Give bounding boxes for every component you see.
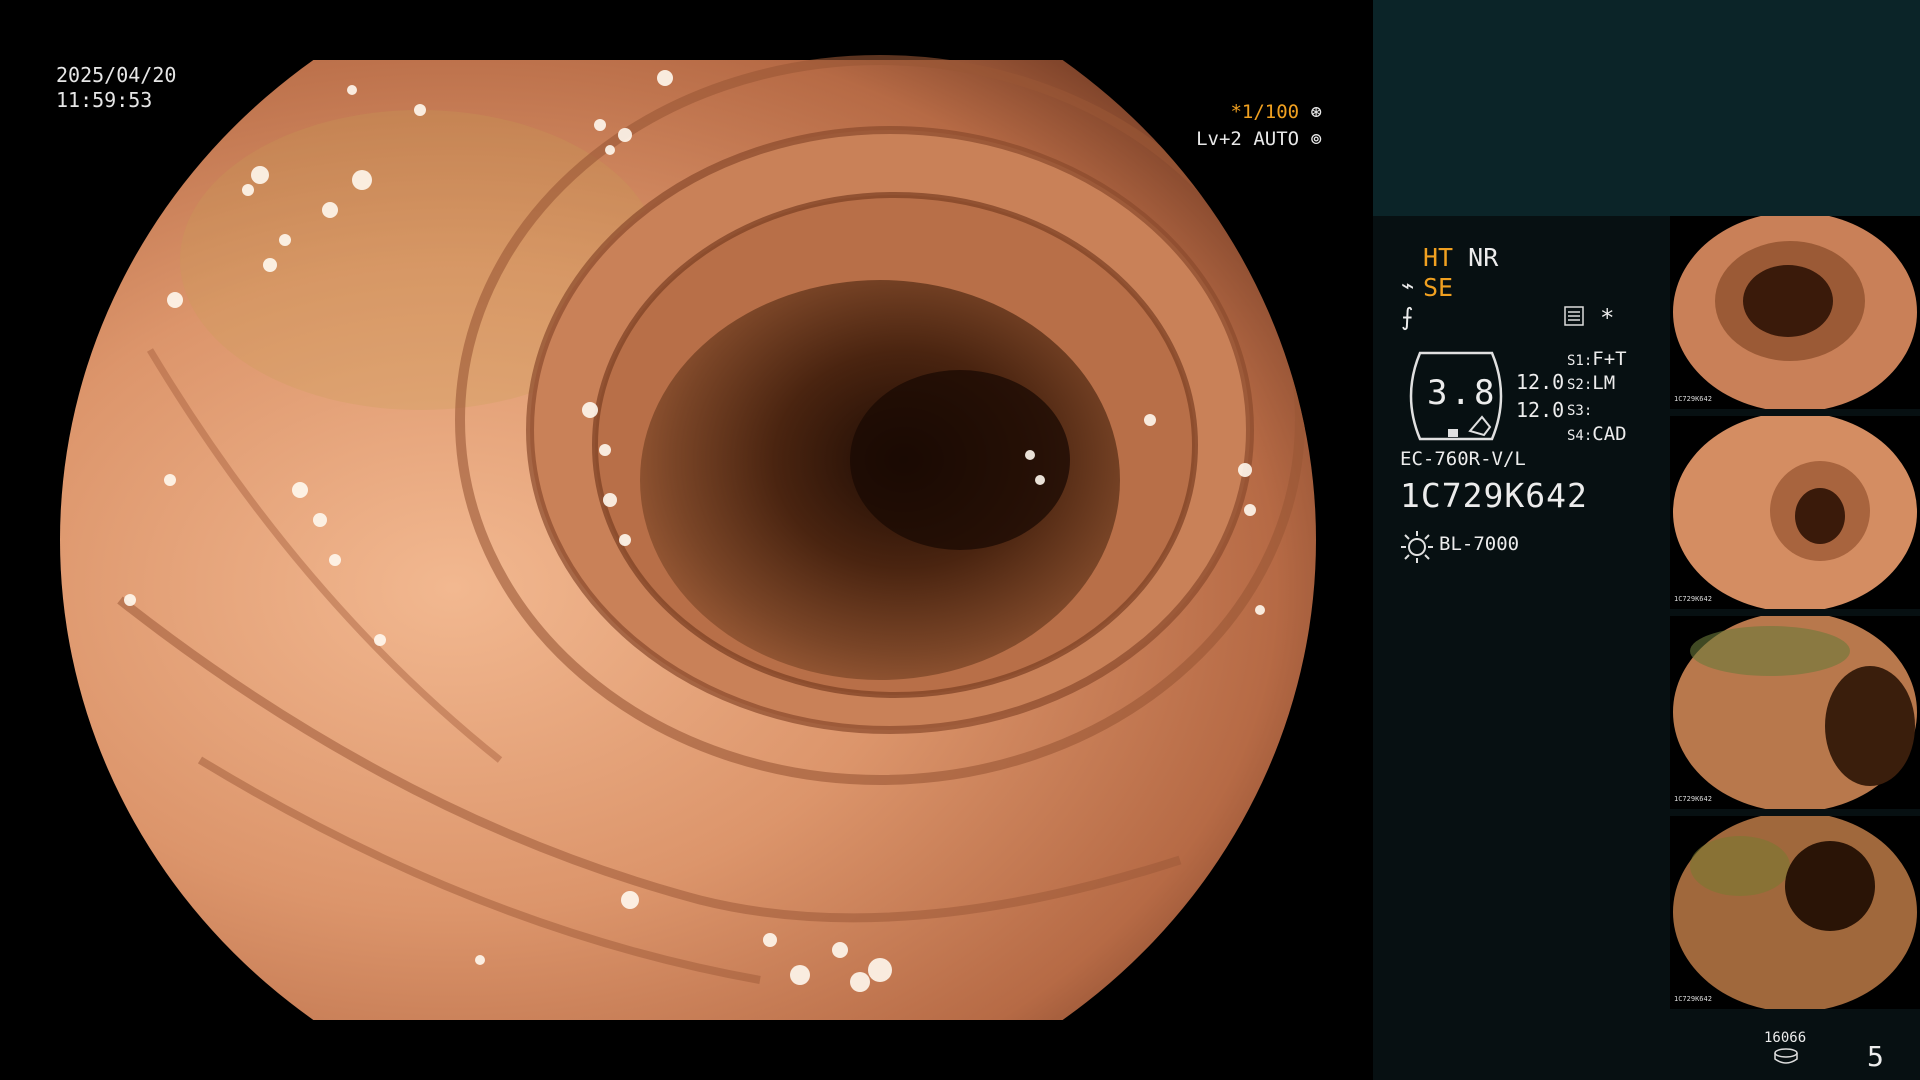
- scope-serial: 1C729K642: [1400, 476, 1588, 515]
- captured-thumbnail[interactable]: 1C729K642: [1670, 616, 1920, 809]
- light-source-icon: [1401, 531, 1433, 563]
- captured-thumbnail[interactable]: 1C729K642: [1670, 216, 1920, 409]
- slot-key: S1: [1567, 353, 1584, 369]
- page-number: 5: [1867, 1040, 1884, 1073]
- thumbnail-label: 1C729K642: [1674, 595, 1712, 603]
- zoom-value: 3.8: [1427, 373, 1498, 413]
- color-enhance-icon: ⨍: [1401, 303, 1414, 331]
- memory-count: 16066: [1764, 1030, 1807, 1046]
- slot-key: S3: [1567, 403, 1584, 419]
- thumbnail-label: 1C729K642: [1674, 795, 1712, 803]
- enhancement-value-1: 12.0: [1516, 370, 1565, 394]
- endoscope-live-view: 2025/04/20 11:59:53 *1/100 ⊛ Lv+2 AUTO ⊚: [0, 0, 1372, 1080]
- monitor-icon: [1564, 306, 1584, 326]
- enhancement-value-2: 12.0: [1516, 398, 1565, 422]
- light-source-model: BL-7000: [1439, 533, 1520, 555]
- thumbnail-label: 1C729K642: [1674, 395, 1712, 403]
- slot-value: CAD: [1592, 423, 1627, 445]
- auto-exposure-icon: ⊚: [1310, 128, 1322, 150]
- disk-icon: [1774, 1048, 1798, 1064]
- star-indicator: *: [1600, 304, 1615, 332]
- slot-key: S4: [1567, 428, 1584, 444]
- panel-header-area: [1373, 0, 1920, 216]
- thumbnail-image: [1673, 416, 1917, 609]
- slot-value: F+T: [1592, 348, 1627, 370]
- ht-label: HT: [1423, 243, 1454, 272]
- nr-label: NR: [1468, 243, 1499, 272]
- exposure-level: Lv+2: [1196, 128, 1242, 150]
- exposure-overlay: *1/100 ⊛ Lv+2 AUTO ⊚: [1196, 99, 1322, 153]
- thumbnail-label: 1C729K642: [1674, 995, 1712, 1003]
- shutter-speed: *1/100: [1230, 101, 1300, 123]
- info-panel: HT NR ⌁ SE ⨍ * 3.8 12.0 12.0 S1:F+T S2:L…: [1373, 0, 1920, 1080]
- captured-thumbnail[interactable]: 1C729K642: [1670, 416, 1920, 609]
- slot-value: LM: [1592, 372, 1616, 394]
- datetime-overlay: 2025/04/20 11:59:53: [56, 63, 176, 113]
- scope-model: EC-760R-V/L: [1400, 448, 1526, 470]
- slot-key: S2: [1567, 377, 1584, 393]
- thumbnail-image: [1673, 816, 1917, 1009]
- switch-slot-4: S4:CAD: [1567, 423, 1627, 445]
- structure-enhance-icon: ⌁: [1401, 274, 1415, 299]
- thumbnail-image: [1673, 616, 1917, 809]
- colon-lumen-image: [0, 0, 1372, 1080]
- shutter-icon: ⊛: [1310, 101, 1322, 123]
- thumbnail-image: [1673, 216, 1917, 409]
- captured-thumbnail[interactable]: 1C729K642: [1670, 816, 1920, 1009]
- switch-slot-2: S2:LM: [1567, 372, 1616, 394]
- switch-slot-3: S3:: [1567, 403, 1593, 419]
- exposure-mode: AUTO: [1253, 128, 1300, 150]
- se-label: SE: [1423, 273, 1454, 302]
- switch-slot-1: S1:F+T: [1567, 348, 1627, 370]
- date-text: 2025/04/20: [56, 63, 177, 87]
- ht-nr-indicator: HT NR: [1423, 243, 1498, 272]
- time-text: 11:59:53: [56, 88, 153, 112]
